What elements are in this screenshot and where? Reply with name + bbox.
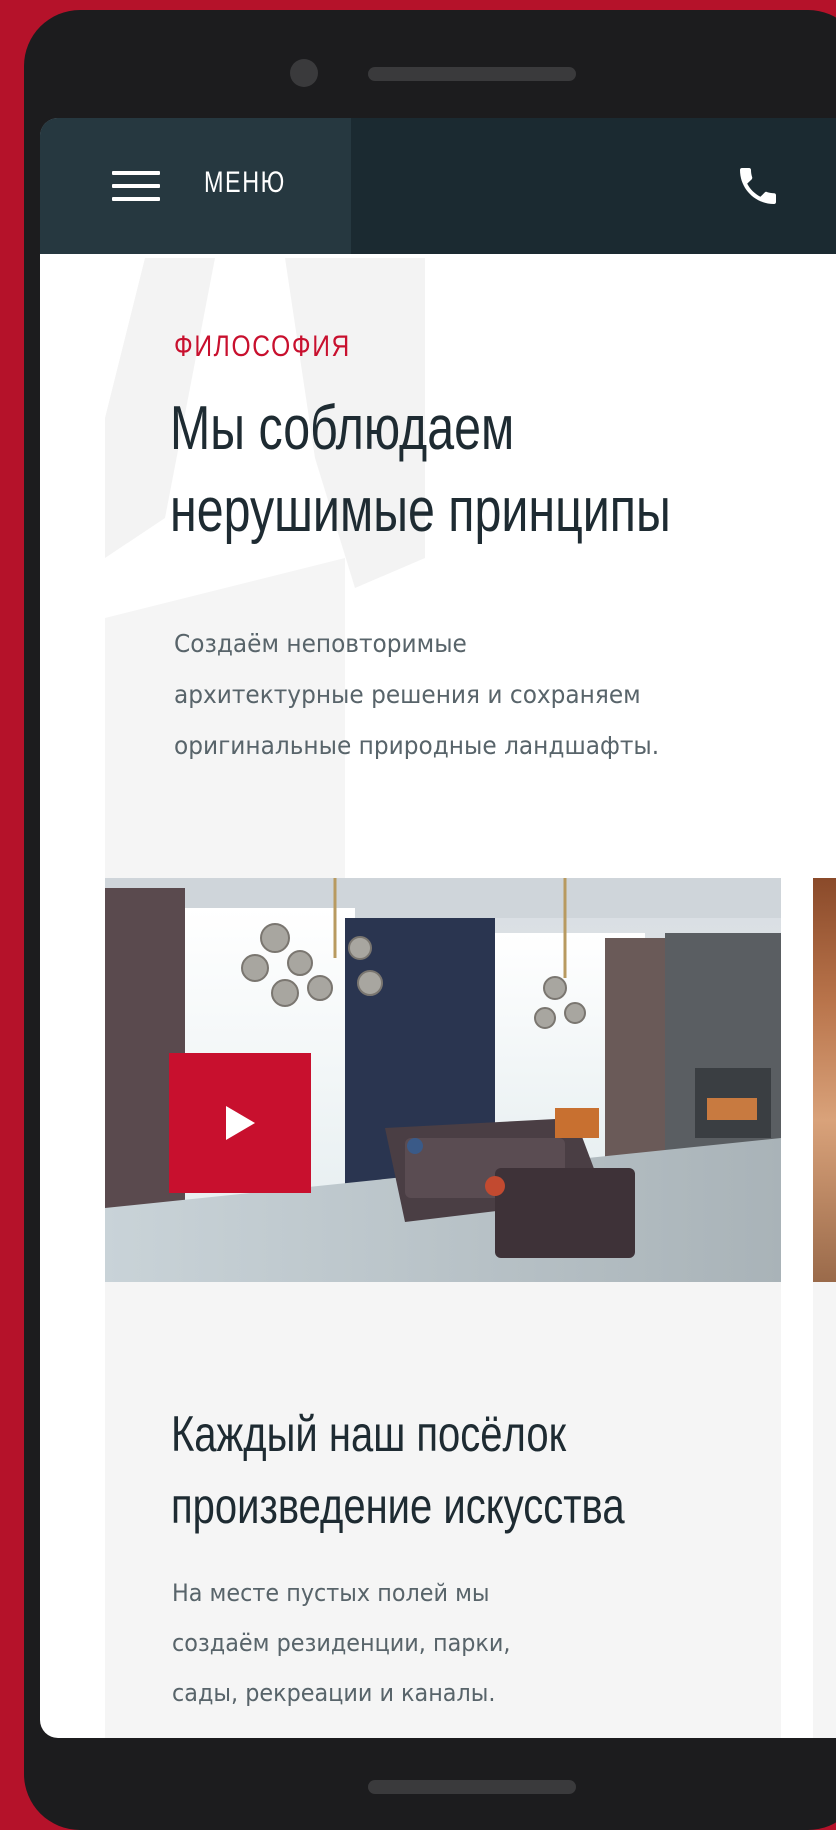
menu-button[interactable]: МЕНЮ bbox=[40, 118, 351, 254]
section-title-line-2: нерушимые принципы bbox=[170, 476, 671, 545]
card-text-line-1: На месте пустых полей мы bbox=[172, 1579, 490, 1607]
card-description: На месте пустых полей мы создаём резиден… bbox=[172, 1568, 656, 1718]
interior-photo bbox=[105, 878, 781, 1282]
front-camera bbox=[290, 59, 318, 87]
section-lead: Создаём неповторимые архитектурные решен… bbox=[174, 618, 769, 771]
next-card-preview[interactable] bbox=[813, 878, 836, 1282]
section-lead-line-2: архитектурные решения и сохраняем bbox=[174, 680, 641, 709]
section-lead-line-3: оригинальные природные ландшафты. bbox=[174, 731, 660, 760]
hamburger-icon bbox=[112, 171, 160, 201]
play-icon bbox=[226, 1106, 255, 1140]
section-lead-line-1: Создаём неповторимые bbox=[174, 629, 467, 658]
phone-icon[interactable] bbox=[734, 162, 782, 210]
next-card-preview-body bbox=[813, 1282, 836, 1738]
top-navbar: МЕНЮ bbox=[40, 118, 836, 254]
section-eyebrow: ФИЛОСОФИЯ bbox=[174, 330, 351, 363]
card-title: Каждый наш посёлок произведение искусств… bbox=[171, 1398, 625, 1542]
play-video-button[interactable] bbox=[169, 1053, 311, 1193]
menu-label: МЕНЮ bbox=[204, 166, 286, 199]
home-indicator bbox=[368, 1780, 576, 1794]
screen: МЕНЮ ФИЛОСОФИЯ Мы соблюдаем нерушимые пр… bbox=[40, 118, 836, 1738]
card-text-line-3: сады, рекреации и каналы. bbox=[172, 1679, 496, 1707]
feature-card[interactable]: Каждый наш посёлок произведение искусств… bbox=[105, 878, 781, 1738]
earpiece-speaker bbox=[368, 67, 576, 81]
section-title-line-1: Мы соблюдаем bbox=[170, 394, 515, 463]
card-text-line-2: создаём резиденции, парки, bbox=[172, 1629, 511, 1657]
card-title-line-1: Каждый наш посёлок bbox=[171, 1406, 567, 1462]
card-title-line-2: произведение искусства bbox=[171, 1478, 625, 1534]
section-title: Мы соблюдаем нерушимые принципы bbox=[170, 388, 671, 552]
